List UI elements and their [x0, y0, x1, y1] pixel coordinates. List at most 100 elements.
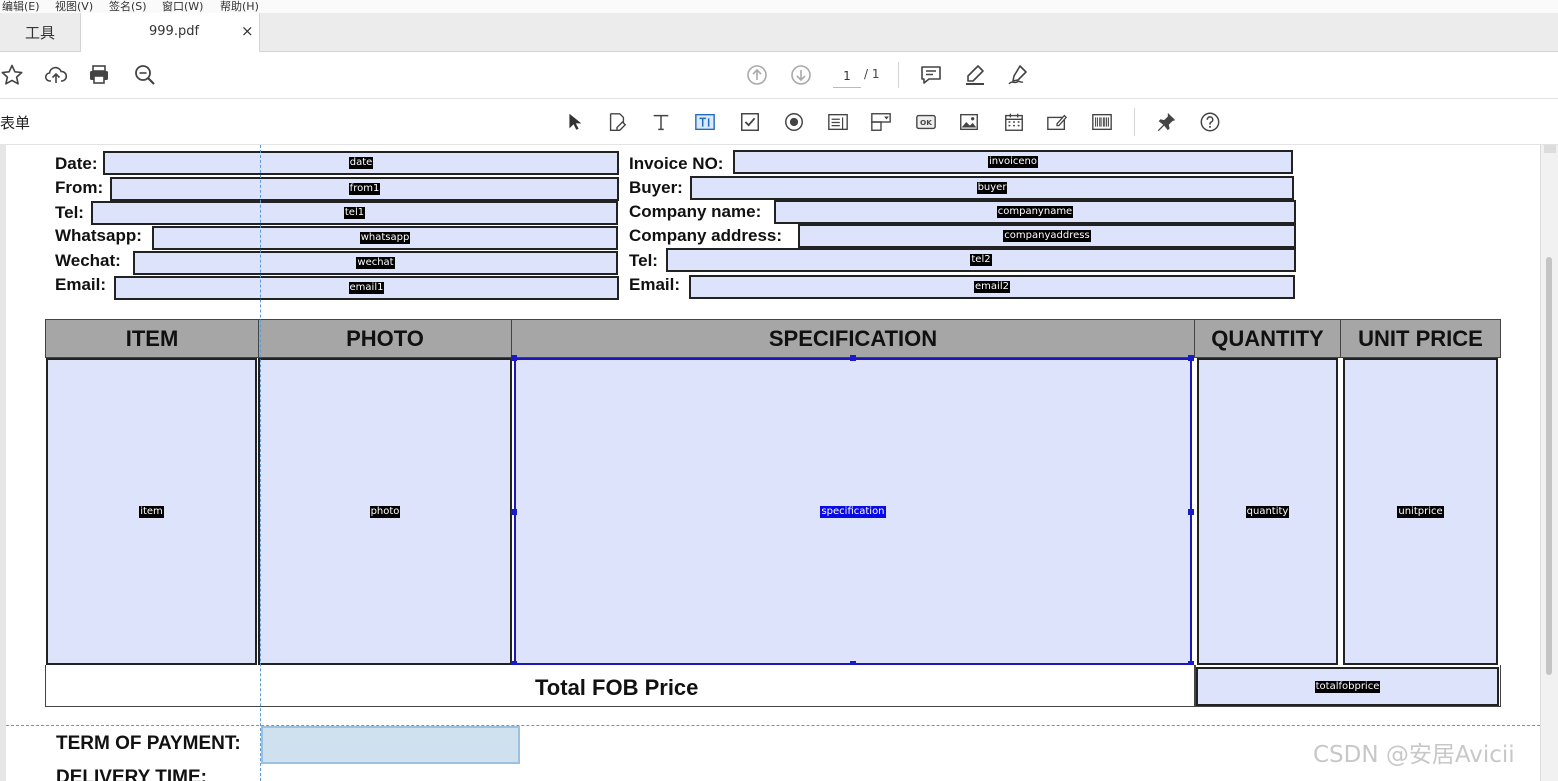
- field-from1-name: from1: [348, 183, 381, 195]
- label-date: Date:: [55, 154, 98, 173]
- button-ok-icon[interactable]: OK: [914, 110, 938, 134]
- field-specification-name: specification: [820, 505, 886, 518]
- highlight-pen-icon[interactable]: [963, 63, 987, 87]
- field-companyname[interactable]: companyname: [774, 200, 1296, 224]
- comment-icon[interactable]: [919, 63, 943, 87]
- label-delivery-time: DELIVERY TIME:: [56, 767, 207, 781]
- field-buyer-name: buyer: [976, 182, 1008, 194]
- svg-text:OK: OK: [920, 118, 932, 127]
- field-photo-name: photo: [369, 505, 401, 518]
- field-whatsapp-name: whatsapp: [359, 232, 411, 244]
- field-buyer[interactable]: buyer: [690, 176, 1294, 200]
- close-icon[interactable]: ×: [241, 22, 254, 40]
- sign-pen-icon[interactable]: [1006, 63, 1030, 87]
- document-view[interactable]: Date: date From: from1 Tel: tel1 Whatsap…: [0, 145, 1558, 781]
- radio-button-icon[interactable]: [782, 110, 806, 134]
- tab-document-label: 999.pdf: [149, 24, 200, 39]
- field-unitprice-name: unitprice: [1397, 505, 1444, 518]
- label-term-of-payment: TERM OF PAYMENT:: [56, 733, 241, 754]
- field-specification-selected[interactable]: specification: [514, 358, 1192, 665]
- field-invoiceno-name: invoiceno: [987, 156, 1039, 168]
- alignment-guide-vertical: [260, 145, 261, 781]
- vertical-scrollbar[interactable]: [1540, 145, 1558, 781]
- field-companyaddress[interactable]: companyaddress: [798, 224, 1296, 248]
- field-term-of-payment[interactable]: [261, 726, 520, 764]
- resize-handle[interactable]: [511, 355, 517, 361]
- menu-view[interactable]: 视图(V): [55, 0, 93, 13]
- field-tel1[interactable]: tel1: [91, 201, 618, 225]
- header-unit-price: UNIT PRICE: [1340, 319, 1501, 358]
- field-totalfobprice[interactable]: totalfobprice: [1196, 667, 1499, 706]
- label-email: Email:: [55, 275, 107, 294]
- field-item[interactable]: item: [46, 358, 257, 665]
- field-totalfobprice-name: totalfobprice: [1314, 680, 1381, 693]
- menu-help[interactable]: 帮助(H): [220, 0, 259, 13]
- dropdown-icon[interactable]: [869, 110, 893, 134]
- cloud-upload-icon[interactable]: [44, 63, 68, 87]
- toolbar-divider: [1134, 108, 1135, 136]
- star-icon[interactable]: [0, 63, 24, 87]
- field-item-name: item: [139, 505, 164, 518]
- label-invoice-no: Invoice NO:: [629, 154, 724, 173]
- barcode-icon[interactable]: [1090, 110, 1114, 134]
- tab-tools[interactable]: 工具: [0, 13, 80, 52]
- list-box-icon[interactable]: [826, 110, 850, 134]
- label-company-name: Company name:: [629, 202, 762, 221]
- field-tel2[interactable]: tel2: [666, 248, 1296, 272]
- field-email1[interactable]: email1: [114, 276, 619, 300]
- resize-handle[interactable]: [850, 355, 856, 361]
- checkbox-icon[interactable]: [738, 110, 762, 134]
- date-field-icon[interactable]: [1002, 110, 1026, 134]
- page-gutter: [0, 145, 6, 781]
- menu-edit[interactable]: 编辑(E): [2, 0, 40, 13]
- field-whatsapp[interactable]: whatsapp: [152, 226, 618, 250]
- main-toolbar: / 1: [0, 52, 1558, 99]
- tab-bar: 工具 999.pdf ×: [0, 13, 1558, 53]
- resize-handle[interactable]: [1188, 355, 1194, 361]
- label-wechat: Wechat:: [55, 251, 121, 270]
- alignment-guide-horizontal: [6, 725, 1540, 726]
- page-number-input[interactable]: [833, 64, 861, 88]
- field-email1-name: email1: [348, 282, 385, 294]
- print-icon[interactable]: [87, 63, 111, 87]
- menu-window[interactable]: 窗口(W): [162, 0, 203, 13]
- total-fob-label: Total FOB Price: [535, 675, 699, 700]
- tab-document[interactable]: 999.pdf ×: [80, 13, 260, 53]
- forms-toolbar-title: 表单: [0, 114, 31, 132]
- field-invoiceno[interactable]: invoiceno: [733, 150, 1293, 174]
- header-item: ITEM: [45, 319, 259, 358]
- image-icon[interactable]: [957, 110, 981, 134]
- field-photo[interactable]: photo: [258, 358, 512, 665]
- edit-form-icon[interactable]: [605, 110, 629, 134]
- text-icon[interactable]: [649, 110, 673, 134]
- field-email2[interactable]: email2: [689, 275, 1295, 299]
- page-total: / 1: [864, 67, 880, 81]
- help-icon[interactable]: [1198, 110, 1222, 134]
- zoom-search-icon[interactable]: [133, 63, 157, 87]
- signature-field-icon[interactable]: [1045, 110, 1069, 134]
- page-down-icon[interactable]: [789, 63, 813, 87]
- label-company-address: Company address:: [629, 226, 783, 245]
- pin-icon[interactable]: [1154, 110, 1178, 134]
- field-quantity-name: quantity: [1245, 505, 1290, 518]
- field-quantity[interactable]: quantity: [1197, 358, 1338, 665]
- field-wechat[interactable]: wechat: [133, 251, 618, 275]
- page-up-icon[interactable]: [745, 63, 769, 87]
- resize-handle[interactable]: [1188, 509, 1194, 515]
- label-whatsapp: Whatsapp:: [55, 226, 142, 245]
- resize-handle[interactable]: [511, 509, 517, 515]
- field-date[interactable]: date: [103, 151, 619, 175]
- header-quantity: QUANTITY: [1194, 319, 1341, 358]
- label-from: From:: [55, 178, 104, 197]
- scroll-up-arrow[interactable]: [1544, 145, 1556, 153]
- scroll-thumb[interactable]: [1546, 257, 1552, 675]
- field-date-name: date: [348, 157, 374, 169]
- text-field-icon[interactable]: [693, 110, 717, 134]
- select-arrow-icon[interactable]: [562, 110, 586, 134]
- label-tel2: Tel:: [629, 251, 658, 270]
- menu-sign[interactable]: 签名(S): [109, 0, 147, 13]
- field-from1[interactable]: from1: [110, 177, 619, 201]
- field-wechat-name: wechat: [356, 257, 395, 269]
- label-email2: Email:: [629, 275, 681, 294]
- field-unitprice[interactable]: unitprice: [1343, 358, 1498, 665]
